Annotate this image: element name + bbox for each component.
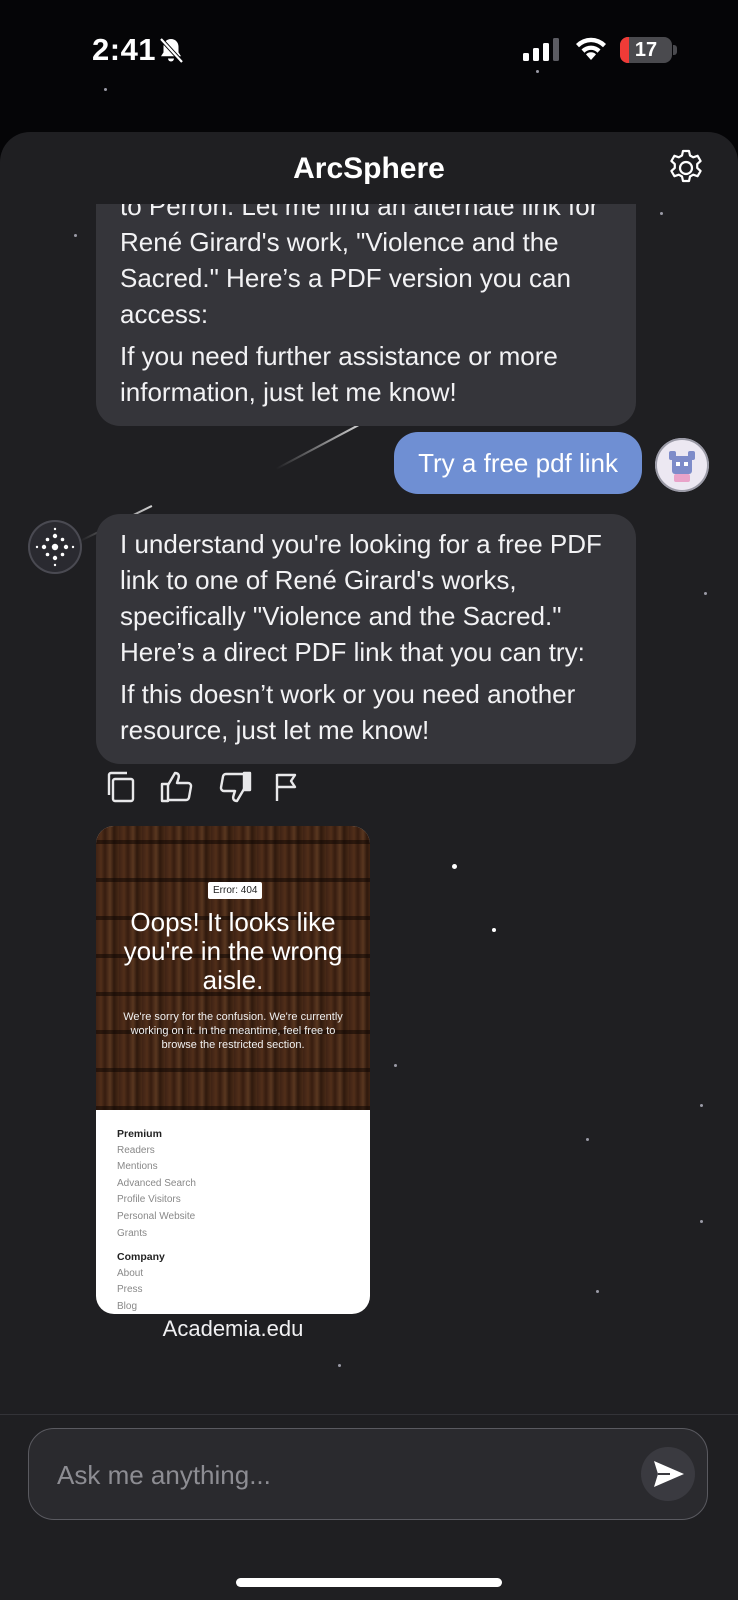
battery-tip [673,45,677,55]
preview-menu: Premium Readers Mentions Advanced Search… [117,1122,196,1314]
message-paragraph: to Perron. Let me find an alternate link… [120,204,599,329]
home-indicator[interactable] [236,1578,502,1587]
menu-item: Grants [117,1227,148,1239]
background-star [536,70,539,73]
message-paragraph: I understand you're looking for a free P… [120,529,602,667]
menu-item: Blog [117,1300,138,1312]
preview-subtext: We're sorry for the confusion. We're cur… [123,1011,343,1051]
background-star [704,592,707,595]
composer-divider [0,1414,738,1415]
background-star [338,1364,341,1367]
menu-heading: Premium [117,1128,162,1140]
cellular-signal-icon [523,38,561,67]
copy-icon[interactable] [104,770,138,804]
status-bar: 2:41 17 [0,0,738,100]
gear-icon[interactable] [664,146,708,195]
menu-item: Press [117,1284,143,1296]
assistant-message: I understand you're looking for a free P… [96,514,636,764]
menu-item: Personal Website [117,1210,196,1222]
assistant-avatar [28,520,82,574]
user-avatar[interactable] [655,438,709,492]
background-star [452,864,457,869]
assistant-message: to Perron. Let me find an alternate link… [96,204,636,426]
menu-heading: Company [117,1251,165,1264]
message-paragraph: If this doesn’t work or you need another… [120,679,576,745]
message-actions [104,770,306,804]
menu-item: Advanced Search [117,1177,196,1189]
background-star [700,1220,703,1223]
background-star [660,212,663,215]
chat-scroll-area[interactable]: to Perron. Let me find an alternate link… [0,204,738,1414]
menu-item: About [117,1267,144,1279]
thumbs-down-icon[interactable] [216,770,252,804]
send-icon [654,1461,684,1487]
background-star [74,234,77,237]
menu-item: Profile Visitors [117,1194,181,1206]
status-time: 2:41 [92,32,157,67]
error-badge: Error: 404 [208,882,263,899]
message-paragraph: If you need further assistance or more i… [120,341,558,407]
preview-headline: Oops! It looks like you're in the wrong … [123,907,343,995]
flag-icon[interactable] [272,770,306,804]
wifi-icon [574,36,608,67]
link-preview-card[interactable]: Error: 404 Oops! It looks like you're in… [96,826,370,1314]
background-star [586,1138,589,1141]
shooting-star [275,423,362,470]
menu-item: Readers [117,1144,155,1156]
battery-icon: 17 [620,37,672,63]
composer [28,1428,708,1520]
user-message: Try a free pdf link [394,432,642,494]
background-star [104,88,107,91]
chat-input[interactable] [55,1451,619,1499]
menu-item: Mentions [117,1161,158,1173]
background-star [700,1104,703,1107]
app-title: ArcSphere [293,152,445,185]
background-star [596,1290,599,1293]
send-button[interactable] [641,1447,695,1501]
thumbs-up-icon[interactable] [160,770,194,804]
preview-caption[interactable]: Academia.edu [96,1316,370,1342]
background-star [394,1064,397,1067]
chat-panel: ArcSphere to Perron. Let me find an alte… [0,132,738,1600]
background-star [492,928,496,932]
bell-slash-icon [158,36,184,69]
battery-level: 17 [634,39,658,61]
